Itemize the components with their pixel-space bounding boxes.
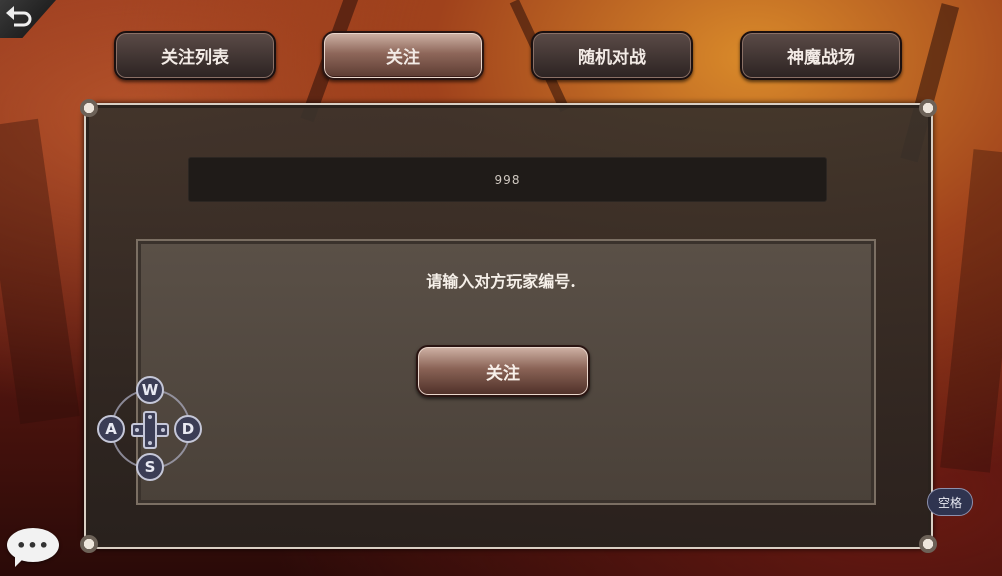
panel-corner-ornament — [80, 535, 98, 553]
prompt-text: 请输入对方玩家编号. — [426, 272, 576, 291]
follow-button[interactable]: 关注 — [416, 345, 590, 397]
tab-random-battle[interactable]: 随机对战 — [531, 31, 693, 80]
back-button[interactable] — [0, 0, 56, 38]
dpad-left-key[interactable]: A — [97, 415, 125, 443]
dpad-right-key[interactable]: D — [174, 415, 202, 443]
dpad-cross-icon[interactable] — [131, 411, 169, 449]
background-decoration — [940, 149, 1002, 473]
tab-god-demon-arena[interactable]: 神魔战场 — [740, 31, 902, 80]
tab-follow-list[interactable]: 关注列表 — [114, 31, 276, 80]
tab-follow[interactable]: 关注 — [322, 31, 484, 80]
dpad-up-key[interactable]: W — [136, 376, 164, 404]
chat-bubble-icon[interactable]: ••• — [7, 528, 59, 567]
panel-corner-ornament — [919, 535, 937, 553]
panel-corner-ornament — [919, 99, 937, 117]
player-id-input[interactable]: 998 — [188, 157, 827, 202]
space-key-button[interactable]: 空格 — [927, 488, 973, 516]
back-arrow-icon — [6, 6, 32, 27]
panel-corner-ornament — [80, 99, 98, 117]
dpad-down-key[interactable]: S — [136, 453, 164, 481]
